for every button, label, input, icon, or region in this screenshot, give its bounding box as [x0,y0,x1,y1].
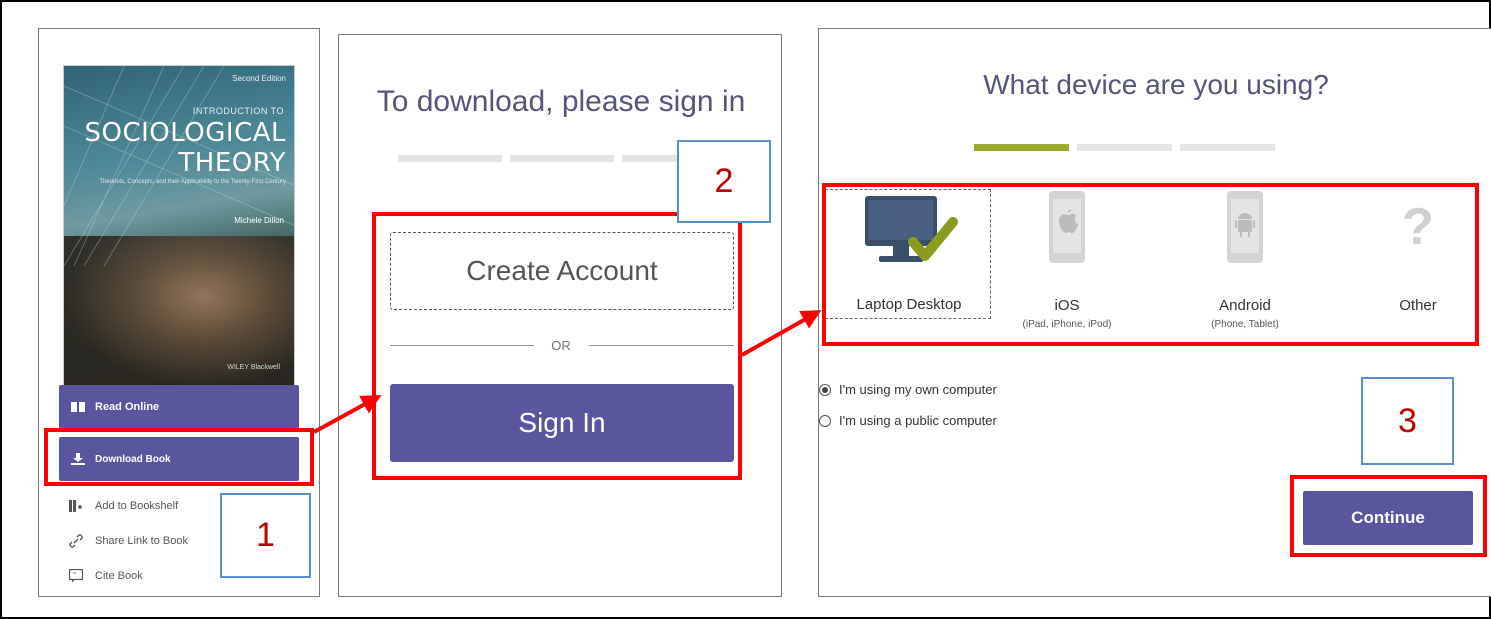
progress-step-1 [398,155,502,162]
radio-own-computer[interactable]: I'm using my own computer [819,382,997,397]
step-number-2: 2 [677,140,771,223]
add-to-bookshelf-link[interactable]: Add to Bookshelf [69,499,178,513]
cover-subtitle: Theorists, Concepts, and their Applicabi… [99,179,286,185]
progress-step-1-active [974,144,1069,151]
progress-step-3 [1180,144,1275,151]
step-number-1: 1 [220,493,311,578]
progress-step-2 [1077,144,1172,151]
cover-publisher: WILEY Blackwell [227,364,280,371]
cite-book-link[interactable]: " Cite Book [69,569,143,583]
cover-intro: INTRODUCTION TO [192,106,284,116]
annotation-highlight-sign-in [372,212,742,480]
cover-edition: Second Edition [232,74,286,83]
radio-own-computer-control[interactable] [819,383,831,396]
add-to-bookshelf-label: Add to Bookshelf [95,500,179,512]
share-link-to-book-link[interactable]: Share Link to Book [69,534,188,548]
cite-icon: " [69,569,83,583]
annotation-highlight-continue [1290,475,1487,557]
book-open-icon [71,402,85,412]
cover-author: Michele Dillon [234,216,284,225]
progress-step-3 [622,155,682,162]
radio-public-computer-label: I'm using a public computer [839,413,997,428]
device-heading: What device are you using? [983,69,1329,100]
share-link-label: Share Link to Book [95,535,188,547]
radio-public-computer[interactable]: I'm using a public computer [819,413,997,428]
progress-step-2 [510,155,614,162]
sign-in-heading: To download, please sign in [376,85,746,118]
annotation-highlight-device [822,183,1479,346]
step-number-3: 3 [1361,377,1454,465]
cover-title-line1: SOCIOLOGICAL [84,118,286,148]
annotation-highlight-download [44,428,314,486]
radio-public-computer-control[interactable] [819,414,831,427]
read-online-label: Read Online [95,401,160,413]
cover-title-line2: THEORY [178,148,286,178]
share-link-icon [69,534,83,548]
add-to-bookshelf-icon [69,500,82,512]
book-cover[interactable]: Second Edition INTRODUCTION TO SOCIOLOGI… [63,65,295,387]
radio-own-computer-label: I'm using my own computer [839,382,997,397]
cite-book-label: Cite Book [95,570,143,582]
svg-text:": " [73,571,76,579]
read-online-button[interactable]: Read Online [59,385,299,429]
